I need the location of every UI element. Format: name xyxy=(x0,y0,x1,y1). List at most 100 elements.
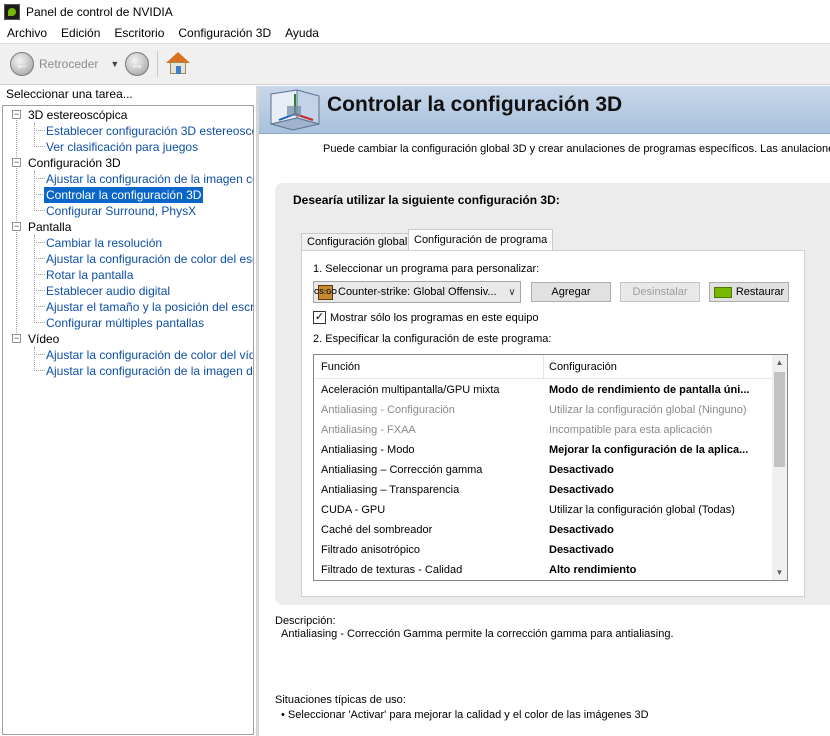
back-button-label[interactable]: Retroceder xyxy=(39,57,98,71)
row-setting[interactable]: Modo de rendimiento de pantalla úni... xyxy=(549,380,769,400)
program-select-value: Counter-strike: Global Offensiv... xyxy=(338,286,497,298)
row-setting[interactable]: Mejorar la configuración de la aplica... xyxy=(549,440,769,460)
row-function: Antialiasing – Transparencia xyxy=(321,484,460,496)
tree-category-pantalla[interactable]: Pantalla xyxy=(28,219,71,235)
description-text: Antialiasing - Corrección Gamma permite … xyxy=(281,628,674,640)
menu-edicion[interactable]: Edición xyxy=(54,26,107,40)
page-intro: Puede cambiar la configuración global 3D… xyxy=(323,143,830,155)
tree-item-cambiar-resolucion[interactable]: Cambiar la resolución xyxy=(46,235,162,251)
table-row[interactable]: Antialiasing - Modo Mejorar la configurac… xyxy=(314,440,772,460)
column-header-function[interactable]: Función xyxy=(321,355,360,379)
show-local-programs-checkbox[interactable]: ✓ xyxy=(313,311,326,324)
tree-item-color-video[interactable]: Ajustar la configuración de color del ví… xyxy=(46,347,253,363)
usage-item-text: Seleccionar 'Activar' para mejorar la ca… xyxy=(287,709,649,721)
table-row[interactable]: Aceleración multipantalla/GPU mixta Modo … xyxy=(314,380,772,400)
table-row[interactable]: Caché del sombreador Desactivado xyxy=(314,520,772,540)
step2-label: 2. Especificar la configuración de este … xyxy=(313,333,552,345)
settings-grid: Función Configuración Aceleración multip… xyxy=(313,354,788,581)
tree-item-multiples-pantallas[interactable]: Configurar múltiples pantallas xyxy=(46,315,204,331)
table-row[interactable]: Antialiasing - FXAA Incompatible para est… xyxy=(314,420,772,440)
row-setting[interactable]: Desactivado xyxy=(549,520,769,540)
tree-item-color-escritorio[interactable]: Ajustar la configuración de color del es… xyxy=(46,251,253,267)
uninstall-button[interactable]: Desinstalar xyxy=(620,282,700,302)
collapse-icon[interactable]: − xyxy=(12,222,21,231)
program-select[interactable]: CS:GO Counter-strike: Global Offensiv...… xyxy=(313,281,521,303)
tree-item-ver-clasificacion-juegos[interactable]: Ver clasificación para juegos xyxy=(46,139,198,155)
home-icon[interactable] xyxy=(166,52,191,76)
show-local-programs-label[interactable]: Mostrar sólo los programas en este equip… xyxy=(330,312,539,324)
tab-configuracion-programa[interactable]: Configuración de programa xyxy=(408,229,553,251)
tab-configuracion-global[interactable]: Configuración global xyxy=(301,233,409,251)
tree-item-rotar-pantalla[interactable]: Rotar la pantalla xyxy=(46,267,133,283)
program-settings-panel: 1. Seleccionar un programa para personal… xyxy=(301,250,805,597)
row-function: Antialiasing - Configuración xyxy=(321,404,455,416)
restore-button[interactable]: Restaurar xyxy=(709,282,789,302)
table-row[interactable]: Antialiasing – Transparencia Desactivado xyxy=(314,480,772,500)
menu-configuracion-3d[interactable]: Configuración 3D xyxy=(171,26,278,40)
chevron-down-icon: ∨ xyxy=(508,286,516,298)
scroll-up-icon[interactable]: ▲ xyxy=(772,355,787,370)
back-arrow-icon[interactable]: ← xyxy=(10,52,34,76)
show-local-programs-row[interactable]: ✓ Mostrar sólo los programas en este equ… xyxy=(313,311,539,324)
settings-box: Desearía utilizar la siguiente configura… xyxy=(275,183,830,605)
forward-arrow-icon[interactable]: → xyxy=(125,52,150,76)
usage-label: Situaciones típicas de uso: xyxy=(275,694,406,706)
column-header-setting[interactable]: Configuración xyxy=(549,355,617,379)
3d-cube-icon xyxy=(270,89,320,131)
history-dropdown-icon[interactable]: ▼ xyxy=(110,59,119,69)
window-title: Panel de control de NVIDIA xyxy=(26,4,173,19)
collapse-icon[interactable]: − xyxy=(12,110,21,119)
menu-archivo[interactable]: Archivo xyxy=(0,26,54,40)
tree-item-configurar-surround-physx[interactable]: Configurar Surround, PhysX xyxy=(46,203,196,219)
row-function: CUDA - GPU xyxy=(321,504,386,516)
tree-item-audio-digital[interactable]: Establecer audio digital xyxy=(46,283,170,299)
table-row[interactable]: CUDA - GPU Utilizar la configuración glob… xyxy=(314,500,772,520)
title-bar: Panel de control de NVIDIA xyxy=(0,0,830,23)
toolbar: ← Retroceder ▼ → xyxy=(0,43,830,85)
row-setting[interactable]: Desactivado xyxy=(549,540,769,560)
add-button[interactable]: Agregar xyxy=(531,282,611,302)
row-setting[interactable]: Alto rendimiento xyxy=(549,560,769,580)
menu-escritorio[interactable]: Escritorio xyxy=(107,26,171,40)
row-function: Antialiasing – Corrección gamma xyxy=(321,464,483,476)
content-panel: Controlar la configuración 3D Puede camb… xyxy=(259,86,830,736)
tree-item-imagen-video[interactable]: Ajustar la configuración de la imagen de… xyxy=(46,363,253,379)
grid-scrollbar[interactable]: ▲ ▼ xyxy=(772,355,787,580)
tree-category-video[interactable]: Vídeo xyxy=(28,331,59,347)
menu-ayuda[interactable]: Ayuda xyxy=(278,26,326,40)
tree-item-controlar-configuracion-3d[interactable]: Controlar la configuración 3D xyxy=(44,187,204,203)
table-row[interactable]: Antialiasing – Corrección gamma Desactiva… xyxy=(314,460,772,480)
step1-label: 1. Seleccionar un programa para personal… xyxy=(313,263,540,275)
nvidia-logo-icon xyxy=(713,286,732,298)
tree-category-3d-estereoscopica[interactable]: 3D estereoscópica xyxy=(28,107,127,123)
row-setting[interactable]: Utilizar la configuración global (Todas) xyxy=(549,500,769,520)
tree-item-tamano-posicion-escritorio[interactable]: Ajustar el tamaño y la posición del escr… xyxy=(46,299,253,315)
scroll-thumb[interactable] xyxy=(774,372,785,467)
row-setting[interactable]: Incompatible para esta aplicación xyxy=(549,420,769,440)
row-setting[interactable]: Desactivado xyxy=(549,480,769,500)
row-function: Antialiasing - FXAA xyxy=(321,424,416,436)
scroll-down-icon[interactable]: ▼ xyxy=(772,565,787,580)
table-row[interactable]: Filtrado anisotrópico Desactivado xyxy=(314,540,772,560)
tree-item-establecer-3d-estereoscopica[interactable]: Establecer configuración 3D estereoscópi… xyxy=(46,123,253,139)
collapse-icon[interactable]: − xyxy=(12,158,21,167)
page-banner: Controlar la configuración 3D xyxy=(259,86,830,134)
settings-heading: Desearía utilizar la siguiente configura… xyxy=(293,193,560,207)
description-label: Descripción: xyxy=(275,615,336,627)
toolbar-separator xyxy=(157,51,159,77)
nvidia-logo-icon xyxy=(4,3,20,20)
program-icon: CS:GO xyxy=(314,284,337,300)
tree-category-configuracion-3d[interactable]: Configuración 3D xyxy=(28,155,121,171)
task-panel: Seleccionar una tarea... − 3D estereoscó… xyxy=(0,86,256,736)
row-function: Filtrado de texturas - Calidad xyxy=(321,564,463,576)
row-setting[interactable]: Utilizar la configuración global (Ningun… xyxy=(549,400,769,420)
page-title: Controlar la configuración 3D xyxy=(327,93,623,116)
tree-item-ajustar-imagen-vista-previa[interactable]: Ajustar la configuración de la imagen co… xyxy=(46,171,253,187)
row-function: Filtrado anisotrópico xyxy=(321,544,421,556)
row-setting[interactable]: Desactivado xyxy=(549,460,769,480)
row-function: Antialiasing - Modo xyxy=(321,444,415,456)
table-row[interactable]: Filtrado de texturas - Calidad Alto rendi… xyxy=(314,560,772,580)
restore-button-label: Restaurar xyxy=(735,286,785,298)
collapse-icon[interactable]: − xyxy=(12,334,21,343)
table-row[interactable]: Antialiasing - Configuración Utilizar la … xyxy=(314,400,772,420)
